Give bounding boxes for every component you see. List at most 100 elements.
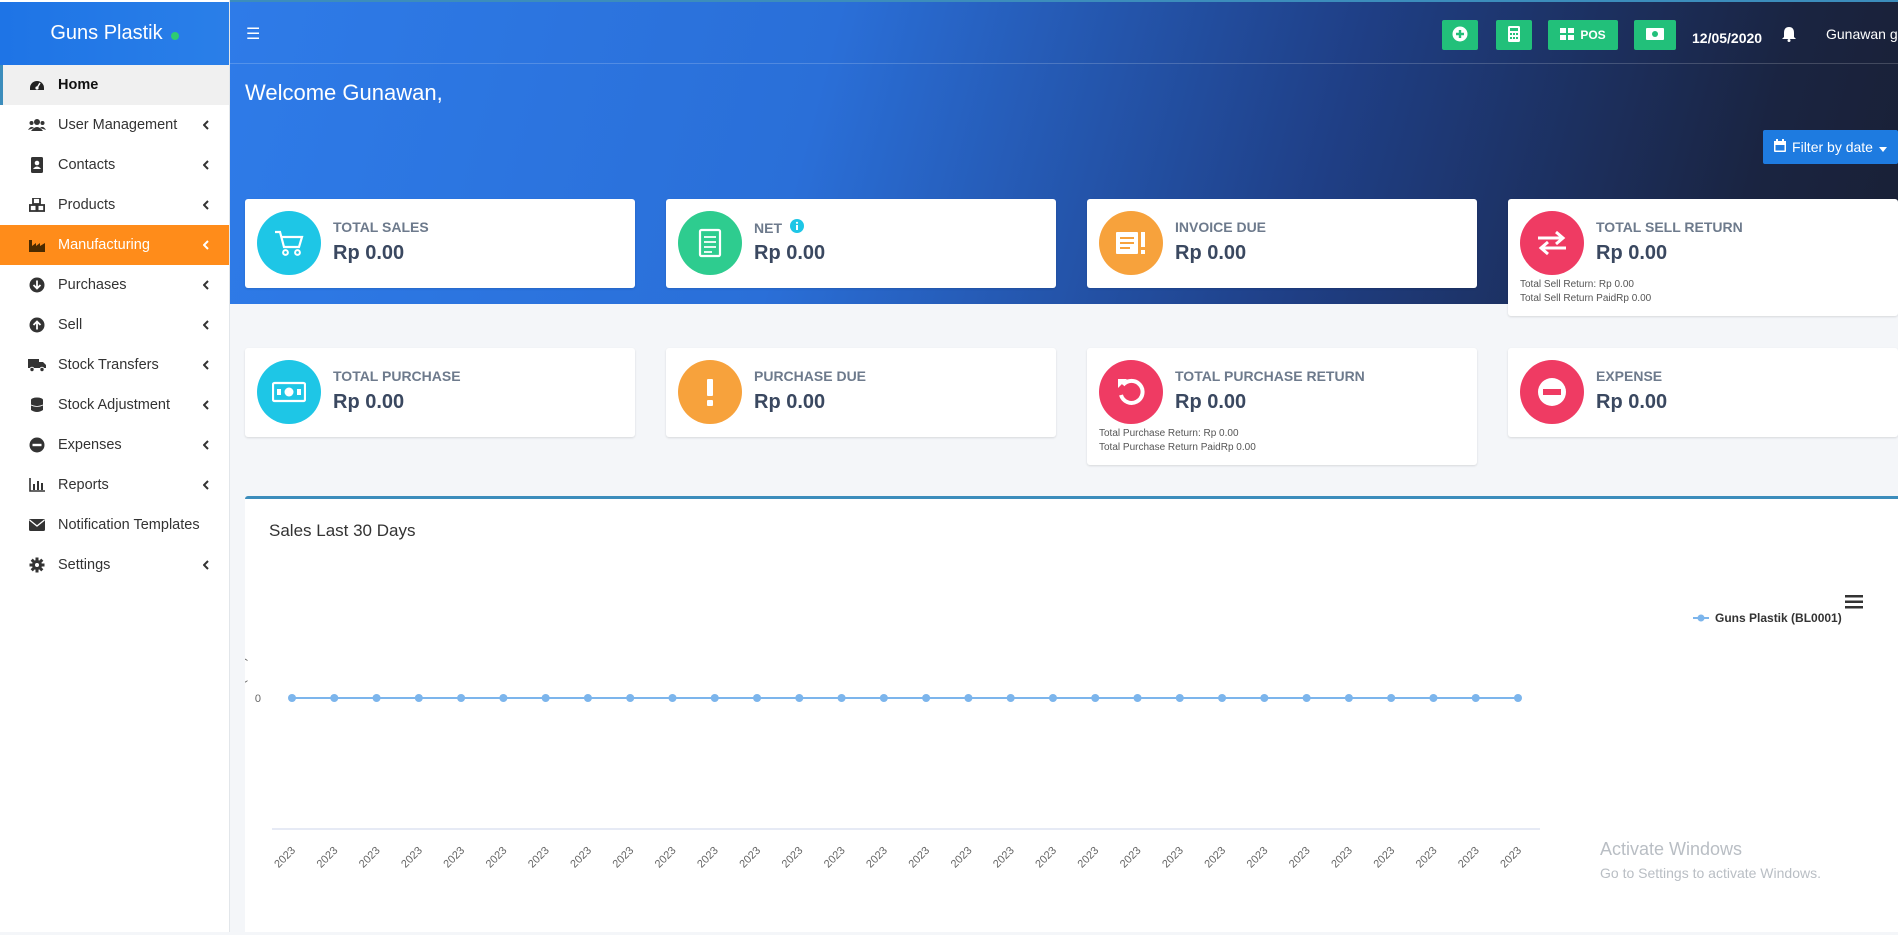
data-point [626, 694, 635, 702]
sidebar-item-contacts[interactable]: Contacts [0, 145, 229, 185]
sidebar-item-purchases[interactable]: Purchases [0, 265, 229, 305]
card-title: PURCHASE DUE [754, 368, 867, 384]
sidebar-item-reports[interactable]: Reports [0, 465, 229, 505]
net-card: NET Rp 0.00 [666, 199, 1056, 288]
truck-icon [28, 356, 46, 374]
data-point [795, 694, 804, 702]
gear-icon [28, 556, 46, 574]
card-value: Rp 0.00 [1175, 391, 1247, 413]
chevron-left-icon [202, 158, 209, 174]
data-point [879, 694, 888, 702]
current-date: 12/05/2020 [1692, 30, 1763, 46]
sidebar-item-products[interactable]: Products [0, 185, 229, 225]
windows-watermark-title: Activate Windows [1600, 839, 1743, 859]
data-point [668, 694, 677, 702]
x-tick-label: 2023 [1456, 845, 1482, 871]
card-value: Rp 0.00 [333, 391, 405, 413]
data-point [1175, 694, 1184, 702]
money-icon [1646, 27, 1664, 43]
arrow-circle-down-icon [28, 276, 46, 294]
sidebar-item-label: Reports [58, 477, 109, 493]
sidebar-item-notification-templates[interactable]: Notification Templates [0, 505, 229, 545]
exclamation-icon [678, 360, 742, 424]
filter-label: Filter by date [1792, 139, 1873, 155]
notification-bell-icon[interactable] [1782, 26, 1796, 47]
sidebar-item-expenses[interactable]: Expenses [0, 425, 229, 465]
data-point [922, 694, 931, 702]
arrow-circle-up-icon [28, 316, 46, 334]
x-tick-label: 2023 [780, 845, 806, 871]
hamburger-menu-icon[interactable]: ☰ [246, 24, 260, 44]
address-book-icon [28, 156, 46, 174]
add-button[interactable] [1442, 20, 1478, 50]
card-value: Rp 0.00 [1596, 242, 1668, 264]
chart-legend[interactable]: Guns Plastik (BL0001) [1693, 611, 1842, 625]
sidebar-item-sell[interactable]: Sell [0, 305, 229, 345]
x-tick-label: 2023 [1033, 845, 1059, 871]
legend-line-marker [1693, 614, 1709, 622]
brand[interactable]: Guns Plastik [0, 2, 229, 65]
welcome-heading: Welcome Gunawan, [245, 80, 443, 105]
purchase-return-paid-text: Total Purchase Return PaidRp 0.00 [1099, 442, 1256, 453]
chevron-left-icon [202, 478, 209, 494]
chevron-left-icon [202, 278, 209, 294]
total-purchase-card: TOTAL PURCHASE Rp 0.00 [245, 348, 635, 437]
minus-circle-icon [28, 436, 46, 454]
data-point [330, 694, 339, 702]
top-navbar: ☰ POS 12/05/2020 Gunawan g [230, 2, 1898, 64]
chart-menu-icon[interactable] [1845, 595, 1863, 614]
chevron-left-icon [202, 358, 209, 374]
sidebar-item-user-management[interactable]: User Management [0, 105, 229, 145]
x-tick-label: 2023 [484, 845, 510, 871]
x-tick-label: 2023 [864, 845, 890, 871]
x-tick-label: 2023 [1498, 845, 1524, 871]
data-point [1429, 694, 1438, 702]
sidebar-item-label: Stock Adjustment [58, 397, 171, 413]
shopping-cart-icon [257, 211, 321, 275]
x-tick-label: 2023 [1371, 845, 1397, 871]
sidebar-item-stock-adjustment[interactable]: Stock Adjustment [0, 385, 229, 425]
sidebar-item-manufacturing[interactable]: Manufacturing [0, 225, 229, 265]
sidebar-item-home[interactable]: Home [0, 65, 229, 105]
x-tick-label: 2023 [949, 845, 975, 871]
card-title: INVOICE DUE [1175, 219, 1267, 235]
user-menu[interactable]: Gunawan g [1826, 26, 1898, 42]
x-tick-label: 2023 [653, 845, 679, 871]
data-point [288, 694, 296, 702]
y-tick-label: 0 [255, 693, 261, 705]
sidebar-item-label: Sell [58, 317, 83, 333]
calendar-icon [1774, 139, 1787, 155]
sidebar-item-label: Purchases [58, 277, 127, 293]
x-tick-label: 2023 [1245, 845, 1271, 871]
info-icon[interactable] [790, 219, 804, 236]
data-point [457, 694, 466, 702]
sell-return-paid-text: Total Sell Return PaidRp 0.00 [1520, 293, 1652, 304]
x-tick-label: 2023 [822, 845, 848, 871]
data-point [1218, 694, 1227, 702]
chevron-left-icon [202, 198, 209, 214]
sidebar-item-label: Expenses [58, 437, 122, 453]
sidebar-item-label: Home [58, 77, 99, 93]
online-status-dot [170, 31, 179, 40]
x-tick-label: 2023 [991, 845, 1017, 871]
x-tick-label: 2023 [441, 845, 467, 871]
pos-button[interactable]: POS [1548, 20, 1618, 50]
chevron-left-icon [202, 398, 209, 414]
x-tick-label: 2023 [568, 845, 594, 871]
cubes-icon [28, 196, 46, 214]
document-icon [678, 211, 742, 275]
x-tick-label: 2023 [1202, 845, 1228, 871]
dashboard-icon [28, 76, 46, 94]
invoice-warning-icon [1099, 211, 1163, 275]
data-point [1387, 694, 1396, 702]
calculator-button[interactable] [1496, 20, 1532, 50]
cash-register-button[interactable] [1634, 20, 1676, 50]
minus-circle-icon [1520, 360, 1584, 424]
sidebar-item-settings[interactable]: Settings [0, 545, 229, 585]
data-point [499, 694, 508, 702]
total-purchase-return-card: TOTAL PURCHASE RETURN Rp 0.00 Total Purc… [1087, 348, 1477, 465]
sidebar-item-stock-transfers[interactable]: Stock Transfers [0, 345, 229, 385]
filter-by-date-button[interactable]: Filter by date [1763, 130, 1898, 164]
pos-label: POS [1580, 28, 1606, 42]
data-point [1344, 694, 1353, 702]
